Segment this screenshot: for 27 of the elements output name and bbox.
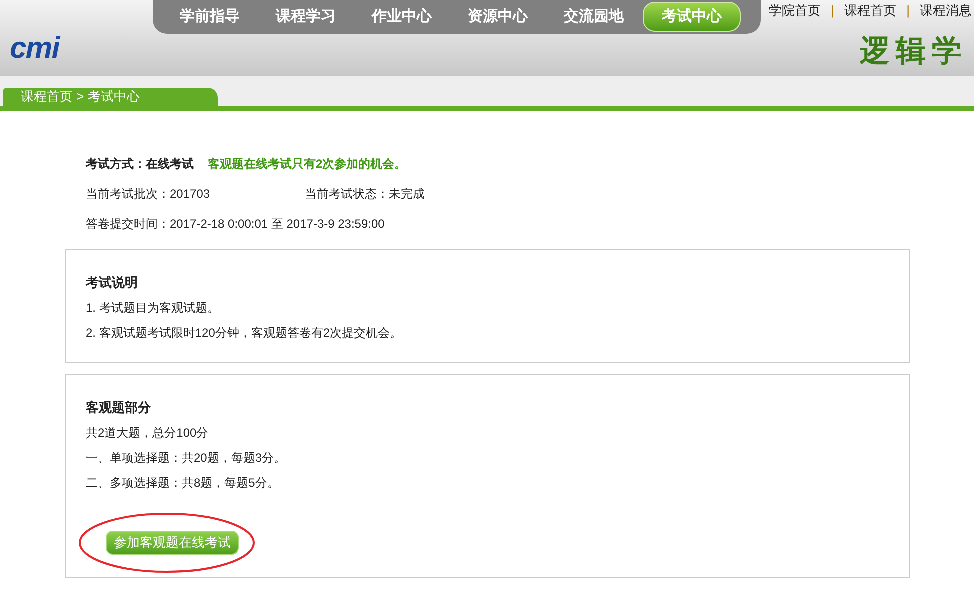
submit-time: 答卷提交时间：2017-2-18 0:00:01 至 2017-3-9 23:59:00: [86, 217, 386, 231]
start-exam-button[interactable]: 参加客观题在线考试: [106, 531, 239, 555]
top-link[interactable]: 课程消息: [920, 1, 972, 20]
nav-tab[interactable]: 交流园地: [547, 2, 641, 32]
separator-text: |: [831, 2, 835, 20]
nav-tab[interactable]: 课程学习: [259, 2, 353, 32]
nav-tab[interactable]: 作业中心: [355, 2, 449, 32]
panel-text: 2. 客观试题考试限时120分钟，客观题答卷有2次提交机会。: [86, 326, 404, 340]
panel-title: 客观题部分: [86, 401, 152, 415]
exam-batch: 当前考试批次：201703: [86, 187, 212, 201]
exam-mode: 考试方式：在线考试: [86, 157, 194, 171]
panel-text: 共2道大题，总分100分: [86, 426, 210, 440]
separator-text: |: [906, 2, 910, 20]
exam-notice: 客观题在线考试只有2次参加的机会。: [208, 157, 407, 171]
panel-text: 二、多项选择题：共8题，每题5分。: [86, 476, 280, 490]
panel-title: 考试说明: [86, 276, 139, 290]
course-title: 逻辑学: [860, 34, 968, 70]
nav-tab[interactable]: 考试中心: [643, 2, 741, 32]
top-link[interactable]: 学院首页: [769, 1, 822, 20]
exam-status: 当前考试状态：未完成: [305, 187, 425, 201]
logo: cmi: [10, 32, 60, 65]
panel-text: 一、单项选择题：共20题，每题3分。: [86, 451, 288, 465]
panel-text: 1. 考试题目为客观试题。: [86, 301, 220, 315]
top-link[interactable]: 课程首页: [844, 1, 897, 20]
nav-tab[interactable]: 学前指导: [163, 2, 257, 32]
breadcrumb: 课程首页 > 考试中心: [3, 88, 218, 106]
nav-tab[interactable]: 资源中心: [451, 2, 545, 32]
